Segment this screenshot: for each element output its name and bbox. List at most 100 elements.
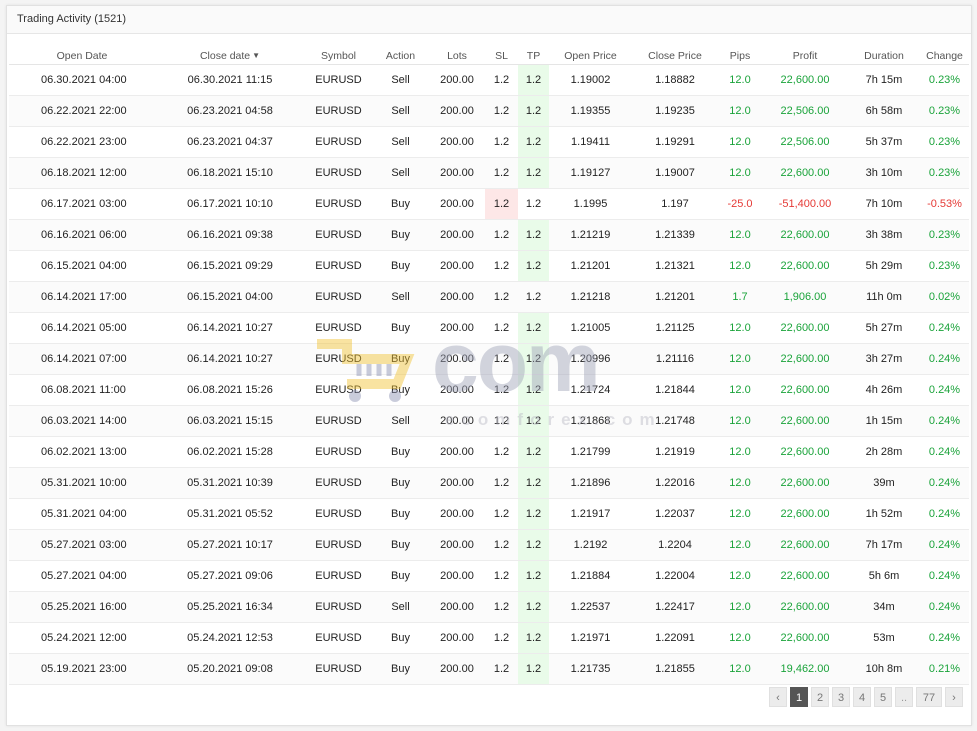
cell-close-date: 05.31.2021 05:52 [155,498,305,530]
table-row[interactable]: 05.27.2021 03:00 05.27.2021 10:17 EURUSD Bu… [9,529,969,561]
table-row[interactable]: 05.31.2021 10:00 05.31.2021 10:39 EURUSD Bu… [9,467,969,499]
table-header-row: Open Date Close date ▼ Symbol Action Lots… [9,47,969,65]
cell-open-date: 05.19.2021 23:00 [9,653,155,685]
cell-open-price: 1.2192 [549,529,632,561]
table-row[interactable]: 06.16.2021 06:00 06.16.2021 09:38 EURUSD Bu… [9,219,969,251]
page-button-4[interactable]: 4 [853,687,871,707]
cell-tp: 1.2 [518,64,549,96]
cell-close-date: 06.23.2021 04:37 [155,126,305,158]
cell-close-price: 1.21201 [632,281,718,313]
cell-action: Sell [372,64,429,96]
table-row[interactable]: 06.30.2021 04:00 06.30.2021 11:15 EURUSD Se… [9,64,969,96]
cell-change: 0.24% [920,498,969,530]
cell-profit: 22,600.00 [762,374,848,406]
table-row[interactable]: 06.03.2021 14:00 06.03.2021 15:15 EURUSD Se… [9,405,969,437]
cell-duration: 4h 26m [848,374,920,406]
table-row[interactable]: 05.25.2021 16:00 05.25.2021 16:34 EURUSD Se… [9,591,969,623]
trading-activity-panel: Trading Activity (1521) Open Date Close … [6,5,972,726]
cell-close-date: 06.15.2021 04:00 [155,281,305,313]
cell-change: 0.21% [920,653,969,685]
cell-close-price: 1.18882 [632,64,718,96]
cell-open-price: 1.21896 [549,467,632,499]
page-button-5[interactable]: 5 [874,687,892,707]
table-row[interactable]: 06.17.2021 03:00 06.17.2021 10:10 EURUSD Bu… [9,188,969,220]
cell-profit: 22,600.00 [762,250,848,282]
col-close-date[interactable]: Close date ▼ [155,47,305,65]
cell-action: Buy [372,467,429,499]
cell-action: Sell [372,405,429,437]
table-row[interactable]: 05.31.2021 04:00 05.31.2021 05:52 EURUSD Bu… [9,498,969,530]
cell-action: Buy [372,529,429,561]
cell-open-date: 06.22.2021 22:00 [9,95,155,127]
cell-open-date: 06.17.2021 03:00 [9,188,155,220]
cell-symbol: EURUSD [305,622,372,654]
col-duration[interactable]: Duration [848,47,920,65]
cell-duration: 53m [848,622,920,654]
cell-open-price: 1.19355 [549,95,632,127]
col-close-price[interactable]: Close Price [632,47,718,65]
cell-lots: 200.00 [429,343,485,375]
table-row[interactable]: 05.19.2021 23:00 05.20.2021 09:08 EURUSD Bu… [9,653,969,685]
cell-open-price: 1.21218 [549,281,632,313]
cell-tp: 1.2 [518,591,549,623]
table-row[interactable]: 06.14.2021 17:00 06.15.2021 04:00 EURUSD Se… [9,281,969,313]
col-sl[interactable]: SL [485,47,518,65]
cell-open-price: 1.19411 [549,126,632,158]
cell-open-price: 1.20996 [549,343,632,375]
col-tp[interactable]: TP [518,47,549,65]
col-open-price[interactable]: Open Price [549,47,632,65]
cell-change: 0.24% [920,312,969,344]
table-row[interactable]: 06.14.2021 07:00 06.14.2021 10:27 EURUSD Bu… [9,343,969,375]
cell-symbol: EURUSD [305,157,372,189]
table-row[interactable]: 06.15.2021 04:00 06.15.2021 09:29 EURUSD Bu… [9,250,969,282]
cell-close-price: 1.21125 [632,312,718,344]
cell-lots: 200.00 [429,405,485,437]
table-row[interactable]: 06.08.2021 11:00 06.08.2021 15:26 EURUSD Bu… [9,374,969,406]
table-row[interactable]: 06.02.2021 13:00 06.02.2021 15:28 EURUSD Bu… [9,436,969,468]
col-profit[interactable]: Profit [762,47,848,65]
cell-action: Sell [372,95,429,127]
cell-lots: 200.00 [429,622,485,654]
cell-tp: 1.2 [518,653,549,685]
cell-pips: 12.0 [718,560,762,592]
col-change[interactable]: Change [920,47,969,65]
cell-close-price: 1.22417 [632,591,718,623]
cell-sl: 1.2 [485,126,518,158]
next-page-button[interactable]: › [945,687,963,707]
page-button-3[interactable]: 3 [832,687,850,707]
cell-open-date: 06.14.2021 07:00 [9,343,155,375]
cell-symbol: EURUSD [305,281,372,313]
cell-change: 0.23% [920,219,969,251]
table-row[interactable]: 06.18.2021 12:00 06.18.2021 15:10 EURUSD Se… [9,157,969,189]
table-row[interactable]: 05.27.2021 04:00 05.27.2021 09:06 EURUSD Bu… [9,560,969,592]
col-pips[interactable]: Pips [718,47,762,65]
cell-sl: 1.2 [485,622,518,654]
cell-lots: 200.00 [429,188,485,220]
col-action[interactable]: Action [372,47,429,65]
cell-symbol: EURUSD [305,436,372,468]
cell-close-price: 1.19291 [632,126,718,158]
cell-symbol: EURUSD [305,312,372,344]
table-row[interactable]: 06.22.2021 23:00 06.23.2021 04:37 EURUSD Se… [9,126,969,158]
cell-open-price: 1.21868 [549,405,632,437]
cell-change: 0.24% [920,529,969,561]
cell-tp: 1.2 [518,188,549,220]
table-row[interactable]: 06.14.2021 05:00 06.14.2021 10:27 EURUSD Bu… [9,312,969,344]
col-lots[interactable]: Lots [429,47,485,65]
prev-page-button[interactable]: ‹ [769,687,787,707]
cell-close-price: 1.19235 [632,95,718,127]
page-button-last[interactable]: 77 [916,687,942,707]
table-row[interactable]: 05.24.2021 12:00 05.24.2021 12:53 EURUSD Bu… [9,622,969,654]
cell-close-date: 06.03.2021 15:15 [155,405,305,437]
cell-open-date: 06.16.2021 06:00 [9,219,155,251]
table-row[interactable]: 06.22.2021 22:00 06.23.2021 04:58 EURUSD Se… [9,95,969,127]
cell-open-date: 06.14.2021 05:00 [9,312,155,344]
cell-open-price: 1.21724 [549,374,632,406]
col-symbol[interactable]: Symbol [305,47,372,65]
page-button-1[interactable]: 1 [790,687,808,707]
page-button-2[interactable]: 2 [811,687,829,707]
col-open-date[interactable]: Open Date [9,47,155,65]
cell-profit: 22,506.00 [762,95,848,127]
cell-sl: 1.2 [485,405,518,437]
cell-pips: 12.0 [718,529,762,561]
